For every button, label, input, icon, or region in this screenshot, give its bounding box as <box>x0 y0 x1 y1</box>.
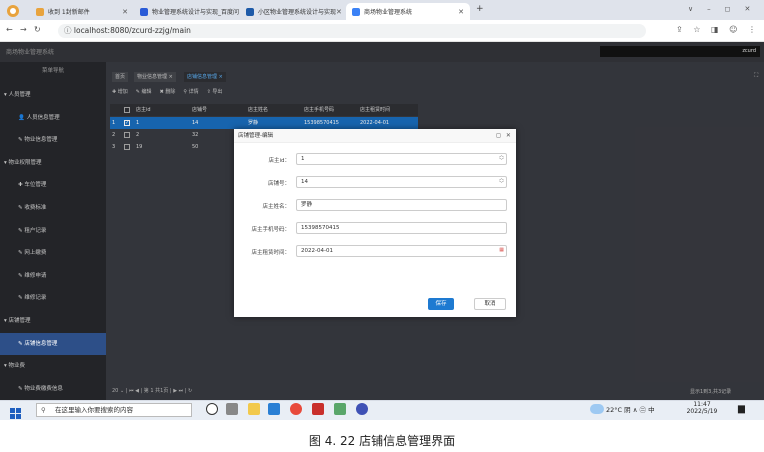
url-field[interactable]: ⓘ localhost:8080/zcurd-zzjg/main <box>58 24 646 38</box>
sidebar-item[interactable]: ▾ 物业权限管理 <box>0 152 106 174</box>
tab-close-icon[interactable]: ✕ <box>336 8 342 16</box>
tab-close-icon[interactable]: ✕ <box>458 8 464 16</box>
figure-caption: 图 4. 22 店铺信息管理界面 <box>308 434 456 448</box>
new-tab-button[interactable]: + <box>476 4 484 14</box>
cortana-icon[interactable] <box>206 403 218 415</box>
chrome-icon[interactable] <box>290 403 302 415</box>
field-input[interactable]: 罗静 <box>296 199 507 211</box>
field-value: 2022-04-01 <box>301 248 333 254</box>
spinner-icon[interactable]: ︿ ﹀ <box>499 177 504 187</box>
calendar-icon[interactable]: ▦ <box>499 248 504 253</box>
sidebar-item[interactable]: ✚ 车位管理 <box>0 174 106 196</box>
sidebar-item[interactable]: ✎ 维修记录 <box>0 287 106 309</box>
reload-icon[interactable]: ↻ <box>34 25 41 34</box>
field-label: 店主租赁时间： <box>251 250 290 256</box>
file-explorer-icon[interactable] <box>248 403 260 415</box>
tab-favicon-icon <box>36 7 44 16</box>
sidebar-item[interactable]: ✎ 物业费缴费信息 <box>0 378 106 400</box>
url-text: localhost:8080/zcurd-zzjg/main <box>73 26 191 35</box>
cancel-button[interactable]: 取消 <box>474 298 506 310</box>
wps-icon[interactable] <box>312 403 324 415</box>
sidebar-item[interactable]: ✎ 收费标准 <box>0 197 106 219</box>
clock-date: 2022/5/19 <box>686 408 718 415</box>
window-control[interactable]: – <box>707 5 711 13</box>
profile-icon[interactable] <box>6 3 24 17</box>
back-icon[interactable]: ← <box>6 25 13 34</box>
app-title: 商场物业管理系统 <box>6 49 55 56</box>
sidebar-item[interactable]: ✎ 店铺信息管理 <box>0 332 106 355</box>
field-label: 店主姓名： <box>262 204 290 210</box>
sidebar-nav-label: 菜单导航 <box>41 68 64 74</box>
clock[interactable]: 11:47 2022/5/19 <box>684 401 720 415</box>
app-icon[interactable] <box>334 403 346 415</box>
dialog-title: 店铺管理-编辑 <box>234 129 516 143</box>
field-value: 罗静 <box>301 202 313 208</box>
notification-icon[interactable]: ▆ <box>738 404 745 414</box>
search-icon: ⚲ <box>41 406 46 414</box>
field-label: 店主id： <box>268 158 290 164</box>
clock-time: 11:47 <box>693 401 711 408</box>
save-button[interactable]: 保存 <box>428 298 454 310</box>
field-input[interactable]: 14 ︿ ﹀ <box>296 176 507 188</box>
user-name[interactable]: zcurd <box>600 46 760 57</box>
window-control[interactable]: ∨ <box>688 5 693 13</box>
dialog-controls[interactable]: ◻ ✕ <box>496 132 511 139</box>
tab-favicon-icon <box>352 7 360 16</box>
sidebar-item[interactable]: ✎ 物业信息管理 <box>0 129 106 151</box>
window-control[interactable]: ◻ <box>725 5 731 13</box>
field-input[interactable]: 15398570415 <box>296 222 507 234</box>
tab-close-icon[interactable]: ✕ <box>122 8 128 16</box>
sidebar-item[interactable]: 👤 人员信息管理 <box>0 107 106 129</box>
field-label: 店主手机号码： <box>251 227 290 233</box>
tab-label: 商场物业管理系统 <box>364 9 413 16</box>
task-view-icon[interactable] <box>226 403 238 415</box>
field-label: 店铺号： <box>267 181 290 187</box>
field-value: 1 <box>301 156 305 162</box>
field-input[interactable]: 2022-04-01 ▦ <box>296 245 507 257</box>
sidebar-item[interactable]: ✎ 维修申请 <box>0 265 106 287</box>
search-placeholder: 在这里输入你要搜索的内容 <box>55 406 133 414</box>
field-value: 15398570415 <box>301 225 340 231</box>
weather-icon[interactable] <box>590 404 604 414</box>
tab-label: 小区物业管理系统设计与实现 <box>258 9 337 16</box>
field-value: 14 <box>301 179 308 185</box>
field-input[interactable]: 1 ︿ ﹀ <box>296 153 507 165</box>
sidebar-item[interactable]: ▾ 店铺管理 <box>0 310 106 332</box>
browser-tab[interactable]: 收到 1封新邮件 ✕ <box>30 3 134 20</box>
browser-tab[interactable]: 小区物业管理系统设计与实现 ✕ <box>240 3 346 20</box>
info-icon: ⓘ <box>64 26 74 35</box>
window-control[interactable]: ✕ <box>744 5 750 13</box>
sidebar-item[interactable]: ✎ 网上缴费 <box>0 242 106 264</box>
window-controls[interactable]: ∨ – ◻ ✕ <box>688 5 764 13</box>
tab-label: 收到 1封新邮件 <box>48 9 90 16</box>
windows-start-icon[interactable] <box>10 404 21 423</box>
browser-actions[interactable]: ⇪ ☆ ◨ ☺ ⋮ <box>676 25 756 34</box>
sidebar-item[interactable]: ▾ 人员管理 <box>0 84 106 106</box>
sidebar-item[interactable]: ▾ 物业费 <box>0 355 106 377</box>
forward-icon[interactable]: → <box>20 25 27 34</box>
tab-label: 物业管理系统设计与实现_百度问 <box>152 9 240 16</box>
tab-favicon-icon <box>246 7 254 16</box>
browser-tab[interactable]: 商场物业管理系统 ✕ <box>346 3 470 20</box>
tab-favicon-icon <box>140 7 148 16</box>
store-icon[interactable] <box>268 403 280 415</box>
taskbar-search-input[interactable]: ⚲ 在这里输入你要搜索的内容 <box>36 403 192 417</box>
media-icon[interactable] <box>356 403 368 415</box>
weather-text[interactable]: 22°C 阴 ∧ ㊁ 中 <box>606 404 655 414</box>
spinner-icon[interactable]: ︿ ﹀ <box>499 154 504 164</box>
browser-tab[interactable]: 物业管理系统设计与实现_百度问✕ <box>134 3 240 20</box>
sidebar-item[interactable]: ✎ 租户记录 <box>0 220 106 242</box>
